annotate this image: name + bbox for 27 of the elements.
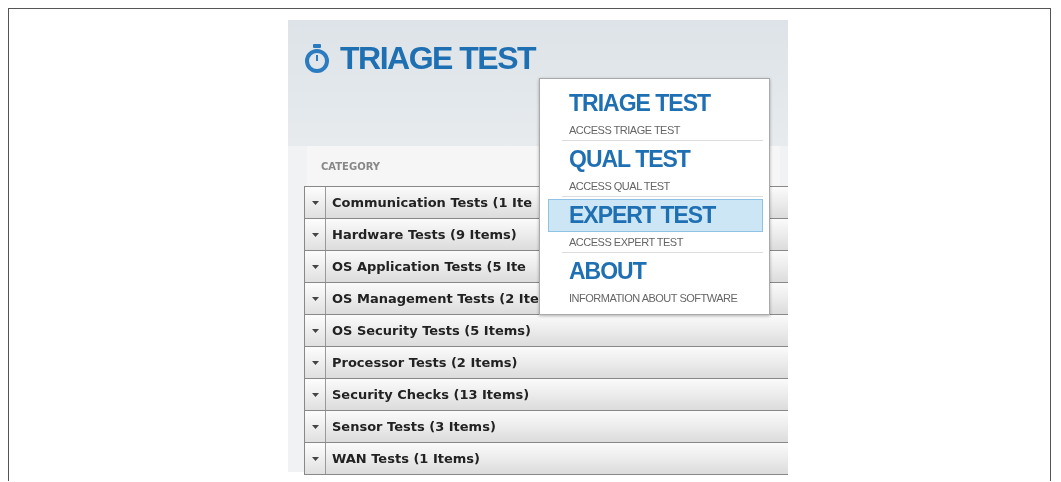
caret-icon xyxy=(311,456,319,461)
caret-icon xyxy=(311,296,319,301)
caret-icon xyxy=(311,424,319,429)
menu-item-description: INFORMATION ABOUT SOFTWARE xyxy=(568,292,739,304)
menu-item[interactable]: TRIAGE TEST xyxy=(548,87,763,120)
menu-item-description: ACCESS EXPERT TEST xyxy=(568,236,685,248)
caret-icon xyxy=(311,360,319,365)
expand-toggle[interactable] xyxy=(305,315,326,346)
menu-item[interactable]: EXPERT TEST xyxy=(548,199,763,232)
expand-toggle[interactable] xyxy=(305,379,326,410)
caret-icon xyxy=(311,328,319,333)
caret-icon xyxy=(311,232,319,237)
caret-icon xyxy=(311,264,319,269)
stopwatch-icon xyxy=(304,43,330,73)
expand-toggle[interactable] xyxy=(305,411,326,442)
menu-item[interactable]: ABOUT xyxy=(548,255,763,288)
caret-icon xyxy=(311,200,319,205)
expand-toggle[interactable] xyxy=(305,219,326,250)
expand-toggle[interactable] xyxy=(305,347,326,378)
expand-toggle[interactable] xyxy=(305,283,326,314)
expand-toggle[interactable] xyxy=(305,443,326,474)
menu-item-description: ACCESS TRIAGE TEST xyxy=(568,124,682,136)
menu-item[interactable]: QUAL TEST xyxy=(548,143,763,176)
expand-toggle[interactable] xyxy=(305,251,326,282)
caret-icon xyxy=(311,392,319,397)
page-title: TRIAGE TEST xyxy=(340,40,536,77)
expand-toggle[interactable] xyxy=(305,187,326,218)
